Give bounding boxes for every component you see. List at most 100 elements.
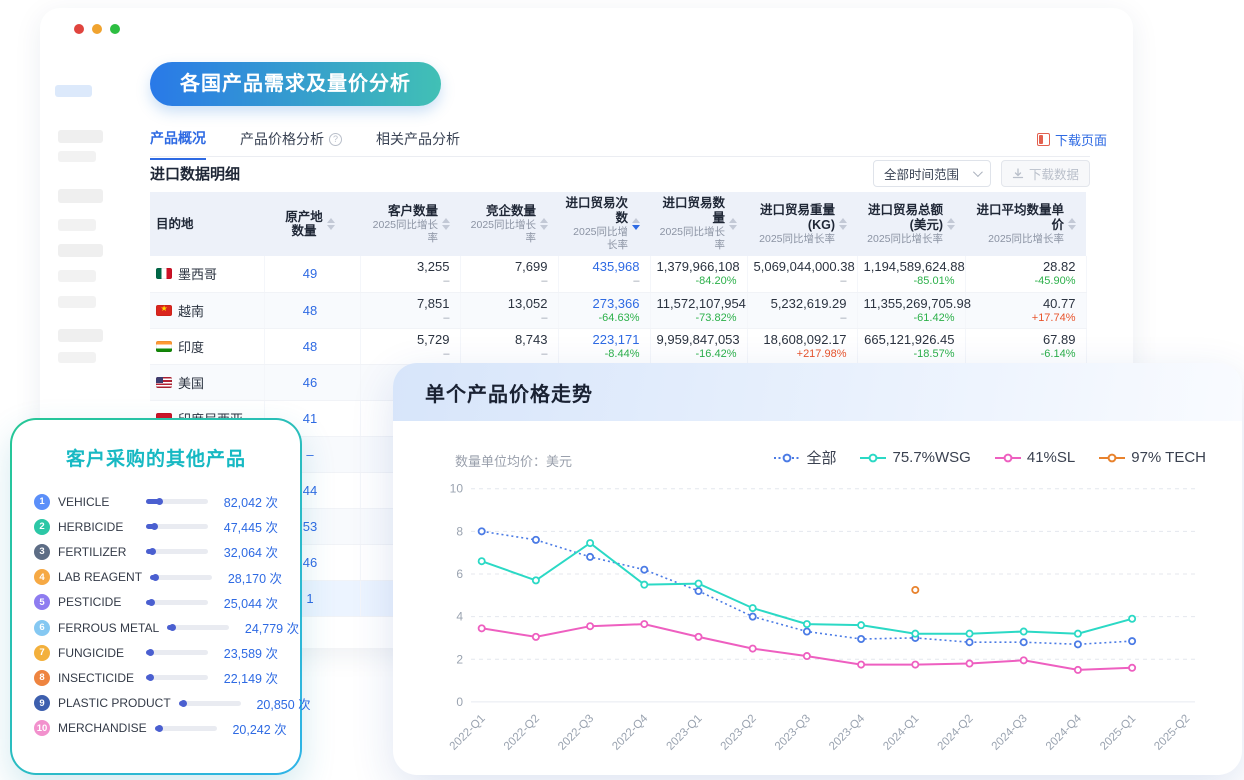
- time-range-select[interactable]: 全部时间范围: [873, 160, 991, 187]
- column-header-0: 目的地: [150, 192, 264, 256]
- x-tick-label: 2025-Q2: [1152, 713, 1192, 753]
- destination-name: 美国: [178, 373, 204, 392]
- other-products-title: 客户采购的其他产品: [34, 444, 278, 471]
- sort-icon[interactable]: [729, 218, 737, 230]
- sidebar-skeleton-active: [55, 85, 92, 97]
- rank-badge: 9: [34, 695, 50, 711]
- tab-label: 产品概况: [150, 128, 206, 148]
- data-point: [804, 653, 810, 659]
- download-page-link[interactable]: 下载页面: [1037, 130, 1107, 149]
- chevron-down-icon: [973, 167, 983, 177]
- rank-badge: 1: [34, 494, 50, 510]
- column-header-6[interactable]: 进口贸易重量(KG)2025同比增长率: [747, 192, 857, 256]
- cell-value: 13,052: [467, 296, 548, 312]
- list-item: 2HERBICIDE47,445 次: [34, 514, 278, 539]
- sort-icon[interactable]: [327, 218, 335, 230]
- minimize-window-icon[interactable]: [92, 24, 102, 34]
- purchase-count: 82,042 次: [216, 492, 278, 511]
- cell-growth: –: [754, 275, 847, 288]
- sort-icon[interactable]: [839, 218, 847, 230]
- rank-badge: 5: [34, 594, 50, 610]
- rank-badge: 7: [34, 645, 50, 661]
- column-header-3[interactable]: 竞企数量2025同比增长率: [460, 192, 558, 256]
- other-products-card: 客户采购的其他产品 1VEHICLE82,042 次2HERBICIDE47,4…: [10, 418, 302, 775]
- column-header-1[interactable]: 原产地数量: [264, 192, 360, 256]
- cell-growth: -18.57%: [864, 348, 955, 361]
- mini-bar: [155, 726, 217, 731]
- destination-name: 印度: [178, 337, 204, 356]
- column-header-8[interactable]: 进口平均数量单价2025同比增长率: [965, 192, 1086, 256]
- column-header-5[interactable]: 进口贸易数量2025同比增长率: [650, 192, 747, 256]
- maximize-window-icon[interactable]: [110, 24, 120, 34]
- cell-growth: –: [754, 312, 847, 325]
- x-tick-label: 2024-Q1: [881, 713, 921, 753]
- mini-bar: [150, 575, 212, 580]
- rank-badge: 4: [34, 569, 50, 585]
- sort-icon[interactable]: [947, 218, 955, 230]
- table-row[interactable]: 墨西哥493,255–7,699–435,968–1,379,966,108-8…: [150, 256, 1086, 292]
- download-data-button[interactable]: 下载数据: [1001, 160, 1090, 187]
- mini-bar: [146, 650, 208, 655]
- sort-icon[interactable]: [1068, 218, 1076, 230]
- data-point: [641, 621, 647, 627]
- cell-growth: –: [467, 275, 548, 288]
- y-tick-label: 10: [450, 482, 464, 496]
- data-point: [804, 621, 810, 627]
- origin-count-link[interactable]: 48: [271, 339, 350, 354]
- time-range-value: 全部时间范围: [884, 164, 959, 183]
- close-window-icon[interactable]: [74, 24, 84, 34]
- data-point: [1129, 665, 1135, 671]
- cell-value: 5,069,044,000.38: [754, 259, 847, 275]
- cell-value[interactable]: 223,171: [565, 332, 640, 348]
- flag-icon: [156, 377, 172, 388]
- origin-count-link[interactable]: 48: [271, 303, 350, 318]
- sidebar-skeleton: [58, 151, 96, 162]
- sort-icon[interactable]: [632, 218, 640, 230]
- y-tick-label: 6: [456, 567, 463, 581]
- mini-bar: [146, 675, 208, 680]
- column-header-4[interactable]: 进口贸易次数2025同比增长率: [558, 192, 650, 256]
- table-row[interactable]: 印度485,729–8,743–223,171-8.44%9,959,847,0…: [150, 328, 1086, 364]
- data-point: [533, 577, 539, 583]
- purchase-count: 23,589 次: [216, 643, 278, 662]
- y-tick-label: 2: [456, 652, 463, 666]
- sidebar-skeleton: [58, 296, 96, 308]
- cell-growth: –: [367, 275, 450, 288]
- data-point: [858, 622, 864, 628]
- column-header-7[interactable]: 进口贸易总额(美元)2025同比增长率: [857, 192, 965, 256]
- sort-icon[interactable]: [442, 218, 450, 230]
- cell-value: 5,232,619.29: [754, 296, 847, 312]
- table-row[interactable]: 越南487,851–13,052–273,366-64.63%11,572,10…: [150, 292, 1086, 328]
- sidebar-skeleton: [58, 329, 103, 342]
- mini-bar: [146, 549, 208, 554]
- data-point: [1075, 667, 1081, 673]
- mini-bar: [179, 701, 241, 706]
- column-header-2[interactable]: 客户数量2025同比增长率: [360, 192, 460, 256]
- cell-growth: –: [367, 312, 450, 325]
- product-name: FERTILIZER: [58, 545, 138, 559]
- data-point: [1021, 639, 1027, 645]
- origin-count-link[interactable]: 46: [271, 375, 350, 390]
- list-item: 8INSECTICIDE22,149 次: [34, 665, 278, 690]
- data-point: [1021, 657, 1027, 663]
- data-point: [1129, 638, 1135, 644]
- flag-icon: [156, 341, 172, 352]
- page-icon: [1037, 133, 1050, 146]
- cell-growth: –: [467, 348, 548, 361]
- x-tick-label: 2022-Q3: [556, 713, 596, 753]
- cell-value: 7,851: [367, 296, 450, 312]
- sidebar-skeleton: [58, 270, 96, 282]
- sidebar-skeleton: [58, 352, 96, 363]
- cell-growth: -6.14%: [972, 348, 1076, 361]
- cell-value[interactable]: 273,366: [565, 296, 640, 312]
- data-point: [912, 587, 918, 593]
- sort-icon[interactable]: [540, 218, 548, 230]
- list-item: 3FERTILIZER32,064 次: [34, 539, 278, 564]
- x-tick-label: 2023-Q2: [719, 713, 759, 753]
- origin-count-link[interactable]: 49: [271, 266, 350, 281]
- cell-growth: -16.42%: [657, 348, 737, 361]
- cell-value[interactable]: 435,968: [565, 259, 640, 275]
- x-tick-label: 2022-Q1: [448, 713, 488, 753]
- list-item: 10MERCHANDISE20,242 次: [34, 716, 278, 741]
- section-title: 进口数据明细: [150, 163, 240, 184]
